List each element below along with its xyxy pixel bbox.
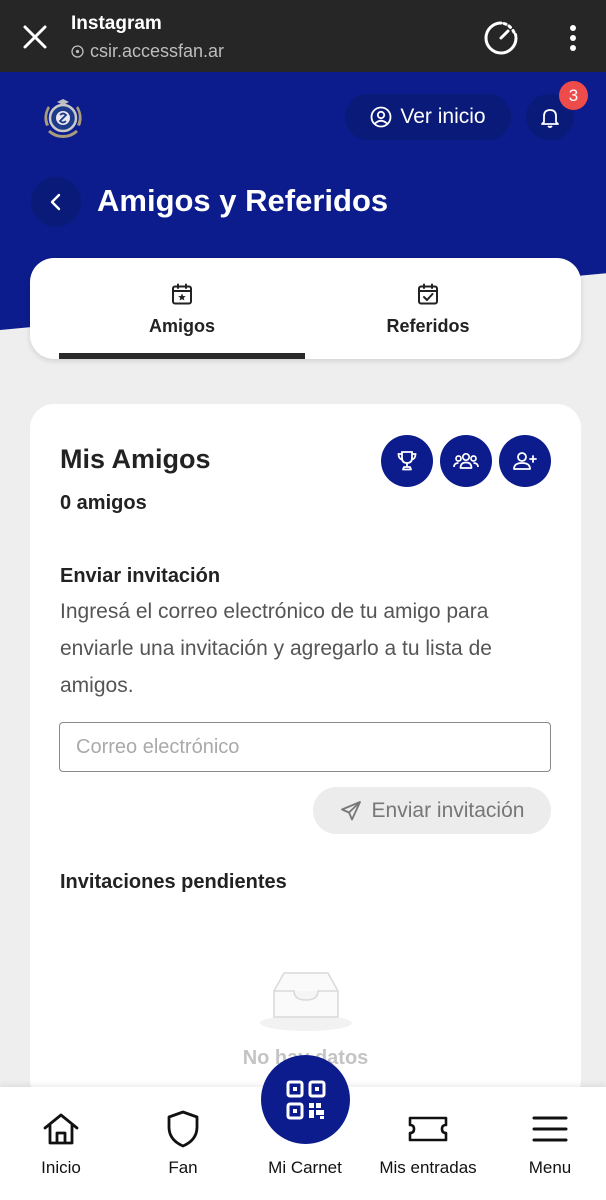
- pending-title: Invitaciones pendientes: [60, 871, 287, 893]
- section-title: Mis Amigos: [60, 444, 211, 474]
- ver-inicio-button[interactable]: Ver inicio: [345, 94, 511, 140]
- close-icon[interactable]: [16, 18, 54, 56]
- tab-referidos-label: Referidos: [386, 316, 470, 336]
- active-tab-indicator: [59, 353, 305, 359]
- tab-referidos[interactable]: Referidos: [305, 258, 551, 359]
- trophy-icon: [397, 451, 417, 471]
- menu-icon: [530, 1109, 570, 1149]
- users-group-icon: [453, 452, 479, 469]
- nav-inicio[interactable]: Inicio: [26, 1087, 96, 1200]
- browser-bar: Instagram csir.accessfan.ar: [0, 0, 606, 72]
- ranking-button[interactable]: [381, 435, 433, 487]
- user-circle-icon: [370, 106, 392, 128]
- chevron-left-icon: [50, 193, 61, 211]
- calendar-star-icon: [172, 283, 192, 305]
- nav-inicio-label: Inicio: [41, 1158, 81, 1177]
- add-friend-button[interactable]: [499, 435, 551, 487]
- invite-description: Ingresá el correo electrónico de tu amig…: [60, 600, 492, 697]
- friends-list-button[interactable]: [440, 435, 492, 487]
- friends-count: 0 amigos: [60, 492, 147, 514]
- invite-title: Enviar invitación: [60, 565, 221, 587]
- home-icon: [41, 1109, 81, 1149]
- url-text: csir.accessfan.ar: [90, 41, 225, 61]
- send-icon: [340, 800, 361, 820]
- info-icon: [71, 45, 84, 58]
- nav-mis-entradas-label: Mis entradas: [379, 1158, 477, 1177]
- tab-amigos[interactable]: Amigos: [59, 258, 305, 359]
- bell-icon: [541, 109, 559, 128]
- qr-code-icon: [286, 1080, 325, 1119]
- browser-title: Instagram: [71, 13, 162, 34]
- empty-inbox-icon: [260, 972, 352, 1031]
- page-title: Amigos y Referidos: [97, 183, 389, 218]
- nav-menu-label: Menu: [528, 1158, 572, 1177]
- send-invitation-button[interactable]: Enviar invitación: [313, 787, 551, 834]
- back-button[interactable]: [31, 177, 81, 227]
- nav-fan[interactable]: Fan: [148, 1087, 218, 1200]
- tabs-card: Amigos Referidos: [30, 258, 581, 359]
- email-input[interactable]: [59, 722, 551, 772]
- tab-amigos-label: Amigos: [148, 316, 215, 336]
- shield-icon: [163, 1109, 203, 1149]
- ver-inicio-label: Ver inicio: [400, 105, 486, 128]
- amigos-card: Mis Amigos 0 amigos Enviar invitación In…: [30, 404, 581, 1104]
- nav-mi-carnet-label: Mi Carnet: [268, 1158, 342, 1177]
- send-invitation-label: Enviar invitación: [371, 798, 525, 822]
- calendar-check-icon: [418, 283, 438, 305]
- ticket-icon: [408, 1109, 448, 1149]
- club-logo[interactable]: [40, 96, 86, 142]
- user-plus-icon: [513, 452, 537, 470]
- nav-menu[interactable]: Menu: [515, 1087, 585, 1200]
- timer-icon[interactable]: [482, 19, 520, 57]
- nav-fan-label: Fan: [168, 1158, 198, 1177]
- more-vertical-icon[interactable]: [556, 19, 590, 57]
- notification-badge: 3: [559, 81, 588, 110]
- nav-mis-entradas[interactable]: Mis entradas: [372, 1087, 484, 1200]
- browser-url[interactable]: csir.accessfan.ar: [71, 41, 224, 62]
- mi-carnet-button[interactable]: [261, 1055, 350, 1144]
